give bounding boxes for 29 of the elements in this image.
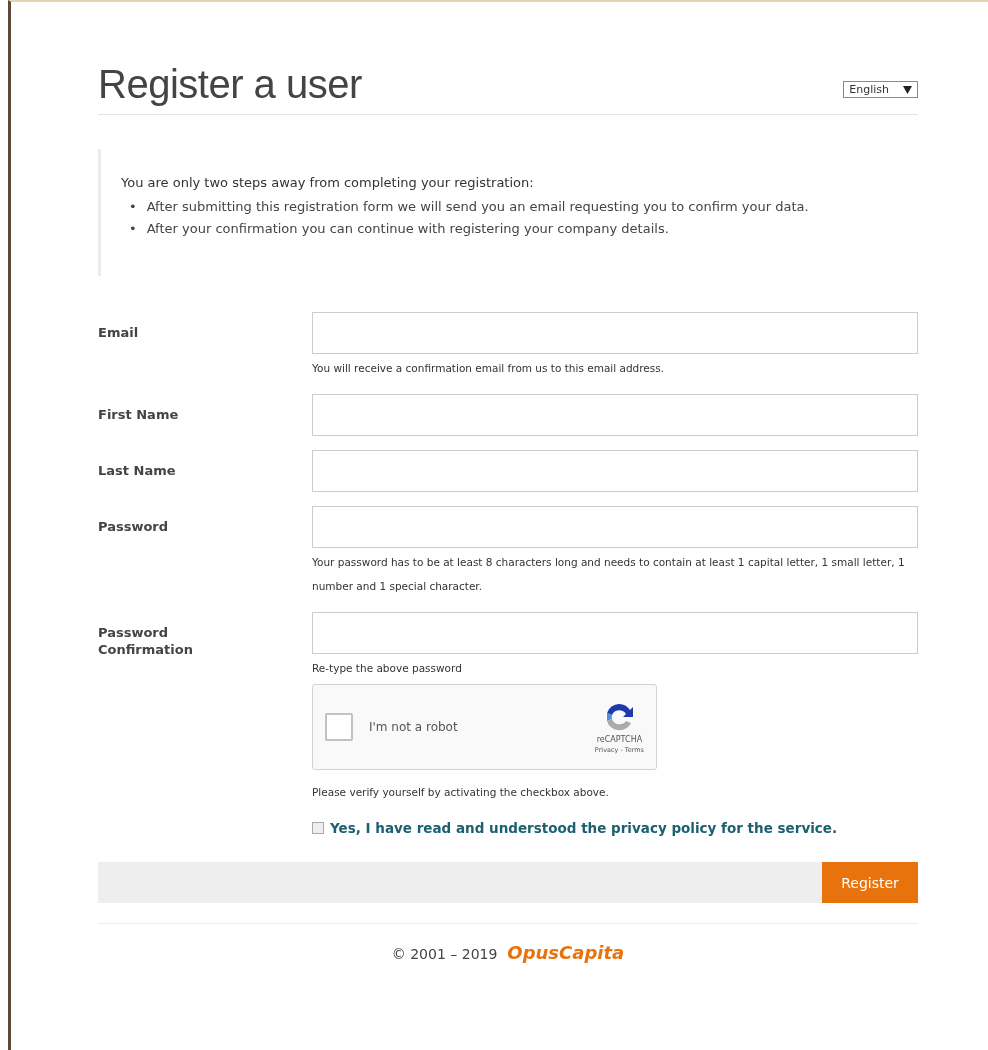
info-heading: You are only two steps away from completing your registration: (121, 175, 535, 190)
page-title: Register a user (98, 62, 362, 106)
info-item: After submitting this registration form we will send you an email requesting you to confirm your data. (146, 198, 809, 216)
field-label: Email (98, 324, 140, 342)
brand-logo: OpusCapita (507, 942, 625, 963)
copyright-text: © 2001 – 2019 (391, 946, 498, 962)
input-field[interactable] (312, 450, 918, 492)
input-field[interactable] (312, 394, 918, 436)
captcha-brand: reCAPTCHA (596, 734, 643, 744)
privacy-label[interactable]: Yes, I have read and understood the privacy policy for the service. (330, 820, 838, 836)
input-field[interactable] (312, 506, 918, 548)
privacy-checkbox[interactable] (312, 822, 324, 834)
field-label: First Name (98, 406, 180, 424)
field-hint: You will receive a confirmation email from us to this email address. (312, 361, 666, 376)
bullet-marker: • (129, 220, 137, 238)
info-item: After your confirmation you can continue with registering your company details. (146, 220, 669, 238)
input-field[interactable] (312, 312, 918, 354)
dropdown-caret-icon (903, 85, 912, 94)
captcha-label: I'm not a robot (369, 720, 459, 734)
verify-note: Please verify yourself by activating the checkbox above. (312, 786, 610, 798)
field-hint: Your password has to be at least 8 characters long and needs to contain at least 1 capital letter, 1 small letter, 1 number and 1 special character. (312, 555, 906, 594)
field-label: Password Confirmation (98, 624, 194, 659)
captcha-checkbox[interactable] (325, 713, 353, 741)
input-field[interactable] (312, 612, 918, 654)
bullet-marker: • (129, 198, 137, 216)
field-label: Password (98, 518, 170, 536)
field-label: Last Name (98, 462, 177, 480)
language-select[interactable]: English (843, 81, 918, 98)
field-hint: Re-type the above password (312, 661, 463, 676)
